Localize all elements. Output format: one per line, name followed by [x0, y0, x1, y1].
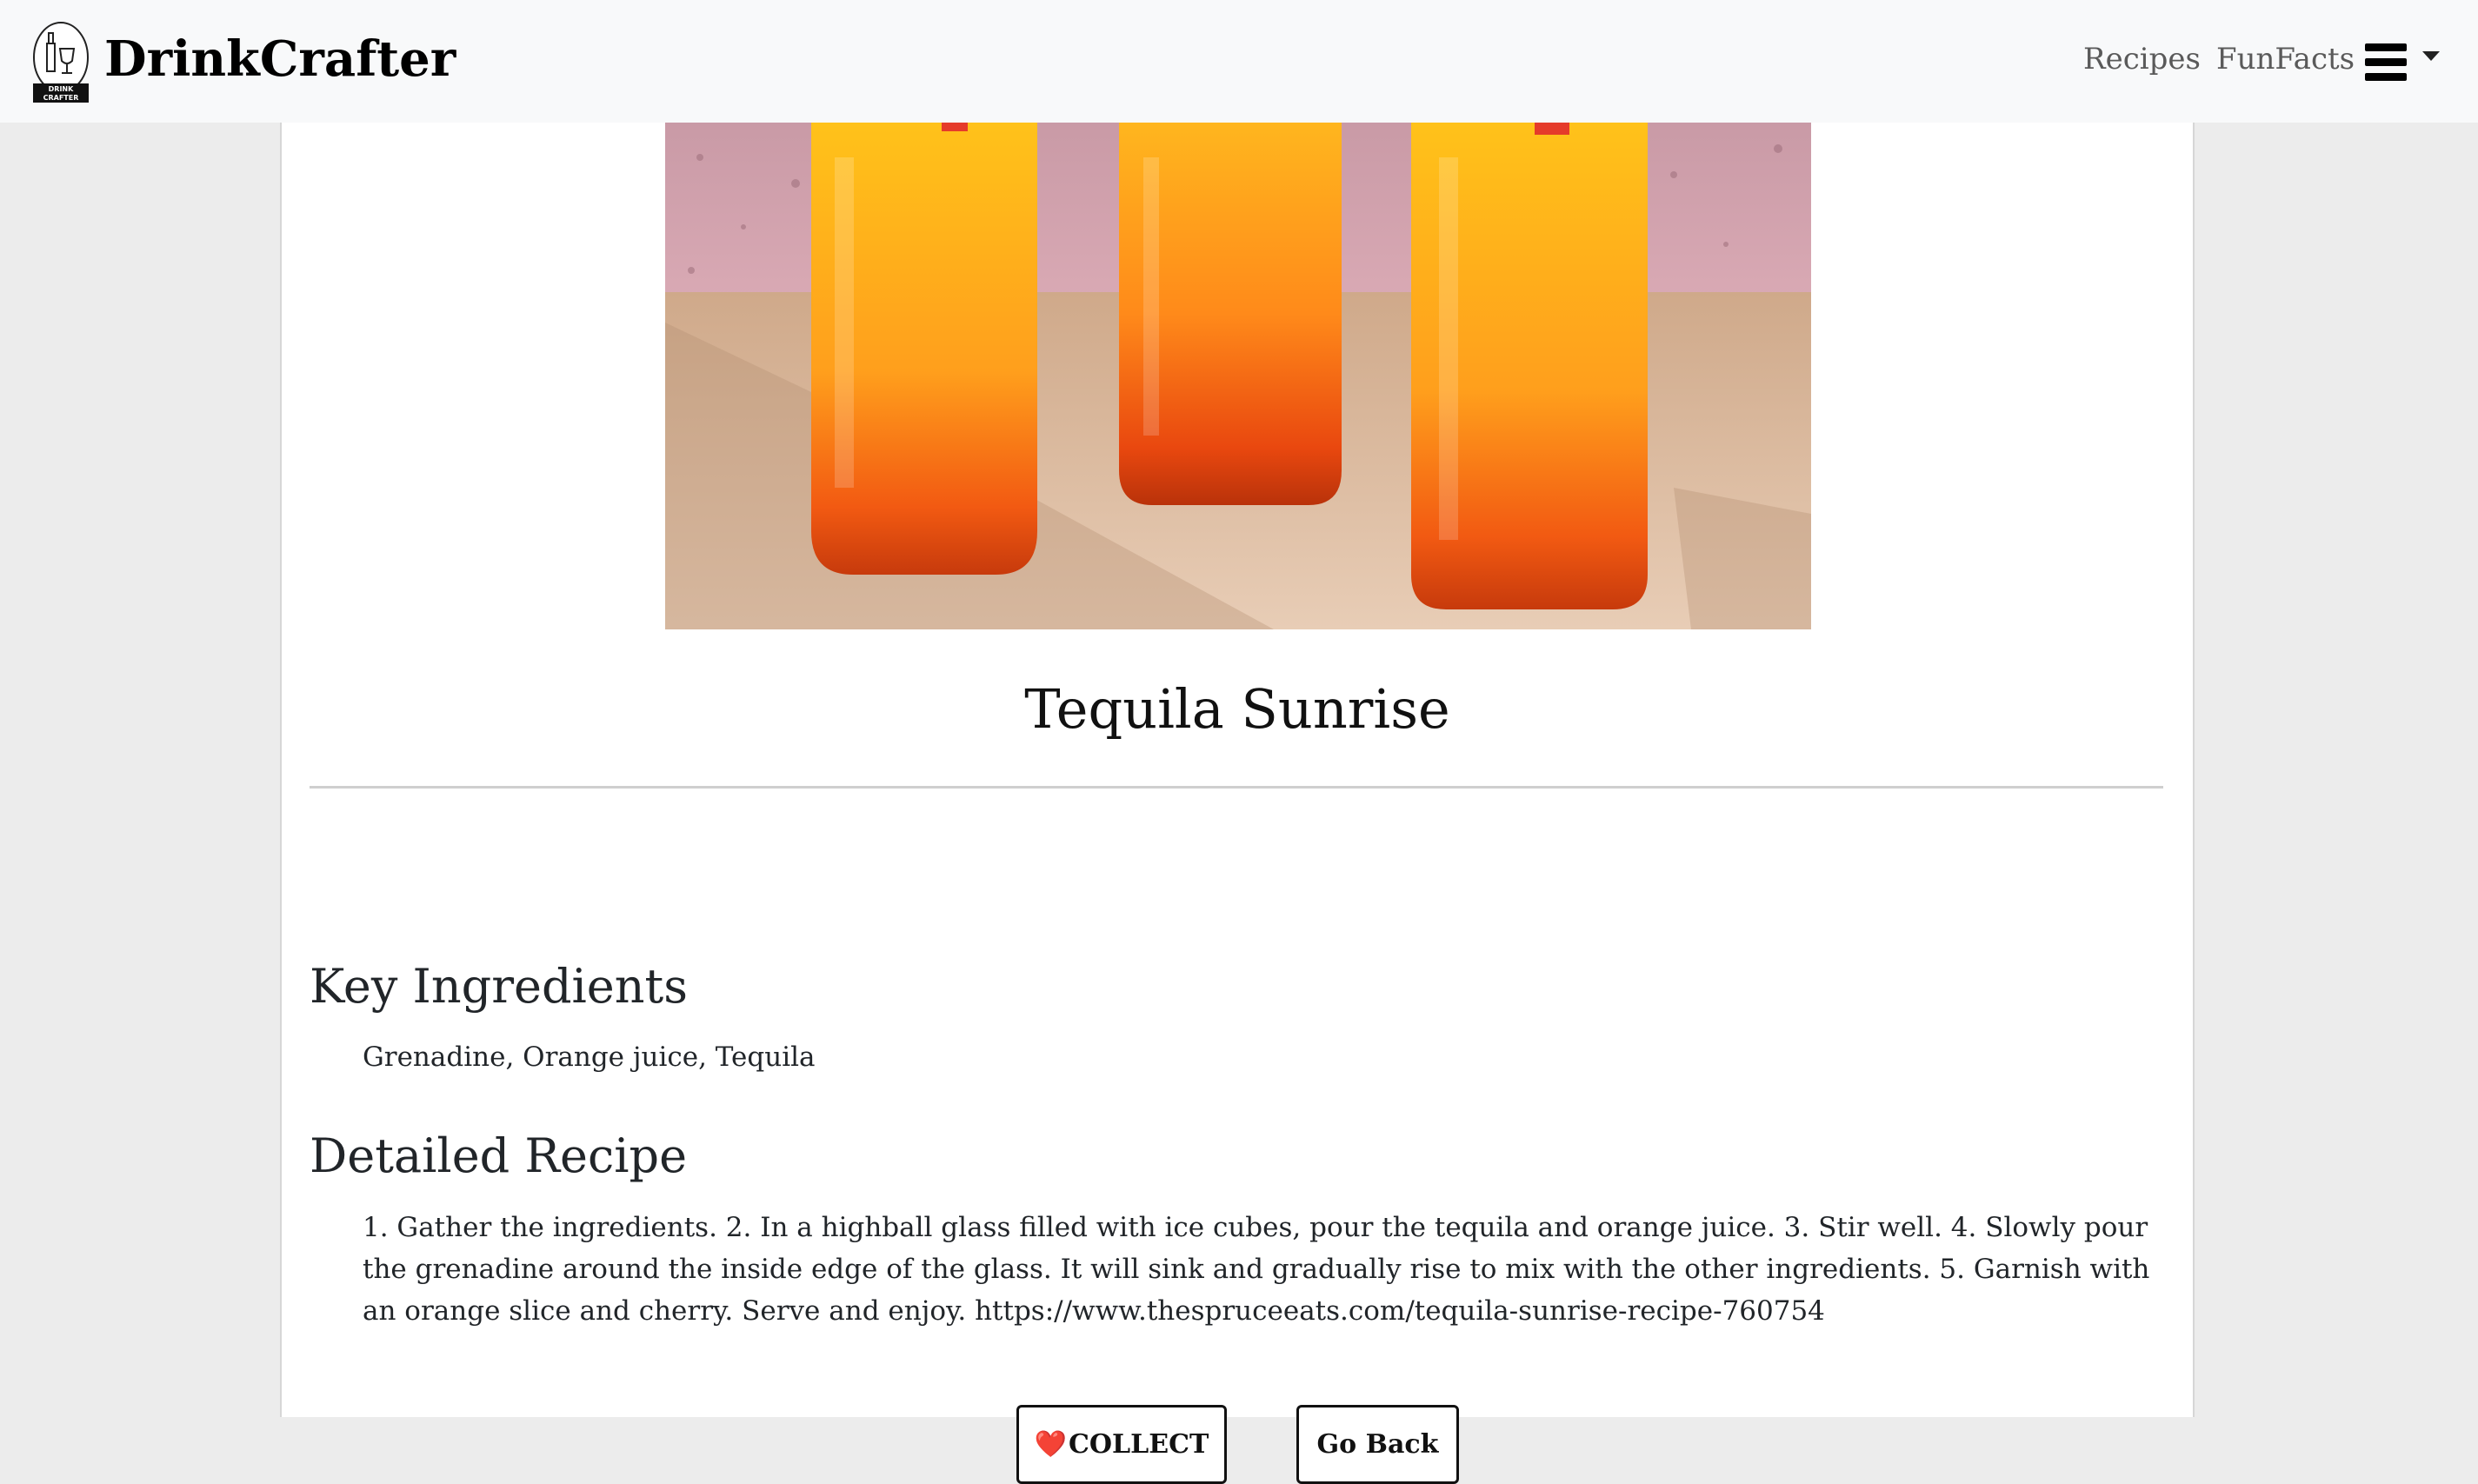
- title-divider: [310, 786, 2163, 789]
- heart-icon: ❤️: [1034, 1429, 1068, 1460]
- drink-title: Tequila Sunrise: [1024, 677, 1450, 741]
- hamburger-menu-icon: [2365, 43, 2407, 82]
- recipe-heading: Detailed Recipe: [310, 1128, 688, 1183]
- drinkcrafter-logo-icon[interactable]: DRINK CRAFTER: [31, 17, 90, 104]
- recipe-instructions: 1. Gather the ingredients. 2. In a highb…: [363, 1212, 2150, 1327]
- menu-dropdown-toggle[interactable]: [2365, 40, 2440, 85]
- collect-label: COLLECT: [1069, 1429, 1209, 1460]
- ingredients-heading: Key Ingredients: [310, 959, 688, 1014]
- ingredients-list: Grenadine, Orange juice, Tequila: [363, 1041, 816, 1073]
- navbar: DRINK CRAFTER DrinkCrafter Recipes FunFa…: [0, 0, 2478, 123]
- logo-text-line2: CRAFTER: [43, 94, 79, 102]
- caret-down-icon: [2422, 51, 2440, 61]
- nav-link-recipes[interactable]: Recipes: [2083, 35, 2201, 83]
- logo-text-line1: DRINK: [49, 85, 74, 93]
- nav-link-funfacts[interactable]: FunFacts: [2216, 35, 2355, 83]
- brand-name[interactable]: DrinkCrafter: [104, 24, 456, 94]
- drink-photo: [665, 123, 1811, 629]
- recipe-card: Tequila Sunrise Key Ingredients Grenadin…: [280, 123, 2195, 1484]
